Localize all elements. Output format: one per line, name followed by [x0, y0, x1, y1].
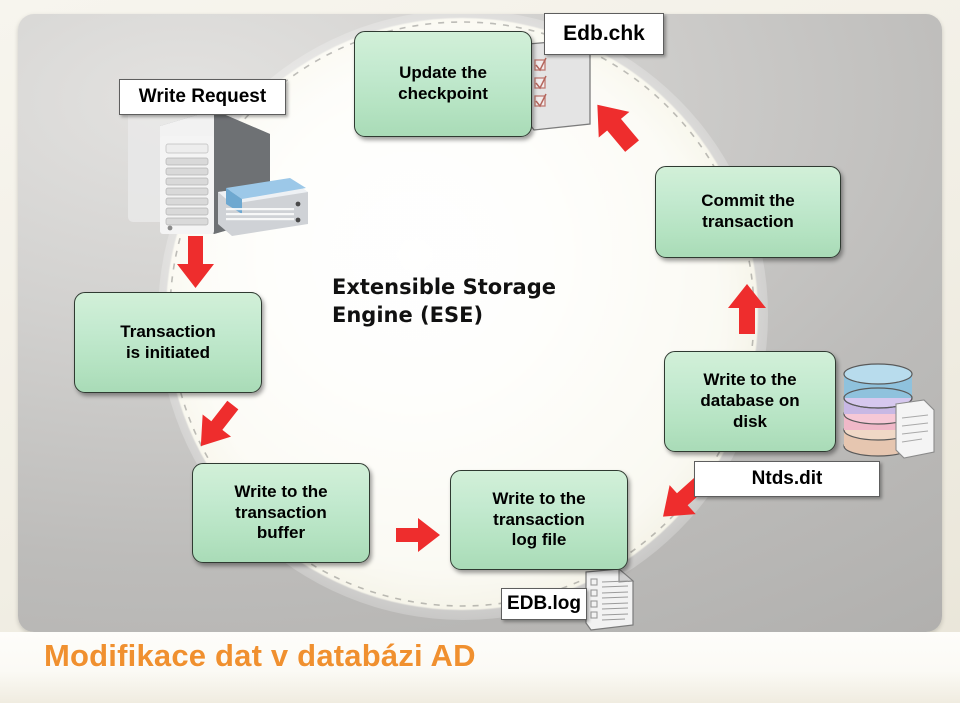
process-line-1: Transaction [120, 321, 216, 341]
process-line-2: transaction [702, 212, 794, 231]
log-file-icon [585, 567, 635, 631]
callout-edb-chk[interactable]: Edb.chk [544, 13, 664, 55]
process-box-label: Update the checkpoint [398, 63, 488, 105]
center-label-ese: Extensible Storage Engine (ESE) [332, 274, 622, 329]
process-box-label: Transaction is initiated [120, 322, 215, 364]
server-icon [128, 102, 308, 236]
process-box-label: Write to the database on disk [700, 370, 799, 433]
arrow-transaction-to-buffer [200, 400, 239, 447]
center-label-line-1: Extensible Storage [332, 275, 556, 299]
center-label-line-2: Engine (ESE) [332, 302, 484, 327]
arrow-disk-to-commit [728, 284, 766, 334]
arrow-server-to-transaction [177, 236, 214, 288]
page-title: Modifikace dat v databázi AD [44, 638, 476, 673]
process-box-write-transaction-buffer[interactable]: Write to the transaction buffer [192, 463, 370, 563]
process-box-label: Commit the transaction [701, 191, 795, 233]
process-box-commit-transaction[interactable]: Commit the transaction [655, 166, 841, 258]
callout-label: Write Request [138, 86, 267, 107]
process-line-1: Write to the [234, 481, 328, 501]
callout-label: Edb.chk [563, 22, 645, 45]
process-box-write-database-disk[interactable]: Write to the database on disk [664, 351, 836, 452]
process-box-update-checkpoint[interactable]: Update the checkpoint [354, 31, 532, 137]
process-line-3: buffer [256, 523, 306, 543]
process-line-3: log file [511, 530, 567, 550]
process-box-write-transaction-log[interactable]: Write to the transaction log file [450, 470, 628, 570]
arrow-commit-to-checkpoint [597, 104, 639, 152]
process-line-2: is initiated [125, 342, 211, 362]
process-line-2: checkpoint [398, 84, 488, 103]
arrow-buffer-to-log [396, 518, 440, 552]
process-box-label: Write to the transaction log file [492, 489, 585, 552]
slide-root: Update the checkpoint Commit the transac… [0, 0, 960, 703]
process-line-1: Write to the [703, 370, 797, 390]
process-line-2: database on [700, 391, 800, 411]
process-line-2: transaction [235, 502, 327, 522]
process-line-2: transaction [493, 509, 585, 529]
process-line-3: disk [732, 411, 767, 431]
callout-ntds-dit[interactable]: Ntds.dit [694, 461, 880, 497]
process-line-1: Commit the [701, 191, 795, 211]
process-line-1: Update the [399, 63, 487, 83]
callout-edb-log[interactable]: EDB.log [501, 588, 587, 620]
callout-label: Ntds.dit [751, 468, 823, 489]
process-box-label: Write to the transaction buffer [234, 482, 327, 545]
process-line-1: Write to the [492, 488, 586, 508]
database-stack-icon [843, 363, 935, 459]
callout-write-request[interactable]: Write Request [119, 79, 286, 115]
process-box-transaction-initiated[interactable]: Transaction is initiated [74, 292, 262, 393]
callout-label: EDB.log [507, 593, 581, 614]
